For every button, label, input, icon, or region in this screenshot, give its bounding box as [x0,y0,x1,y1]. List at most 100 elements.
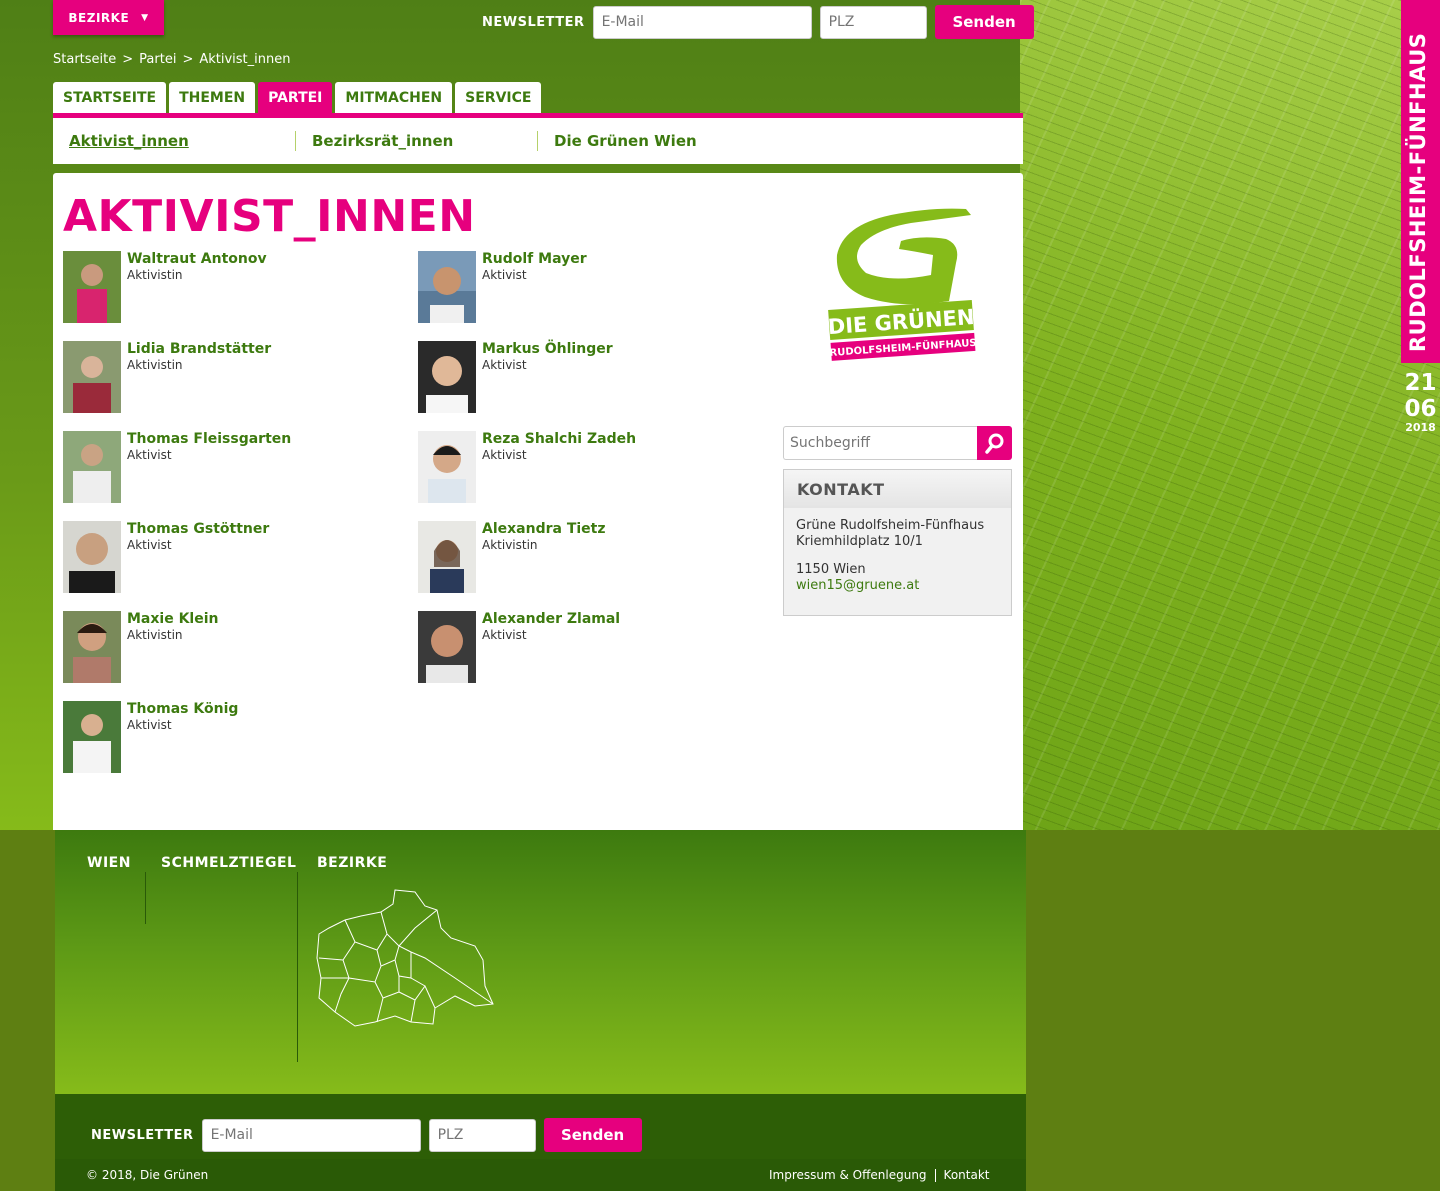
footer-divider [145,872,146,924]
person-role: Aktivist [127,448,172,462]
page-title: AKTIVIST_INNEN [63,191,476,242]
person-role: Aktivistin [482,538,538,552]
newsletter-email-input[interactable] [592,5,812,39]
person-photo[interactable] [418,431,476,503]
footer-bezirke-link[interactable]: BEZIRKE [317,855,387,871]
newsletter-send-button[interactable]: Senden [934,5,1034,39]
search-box [783,426,1012,460]
person-role: Aktivist [482,268,527,282]
person-photo[interactable] [63,701,121,773]
newsletter-plz-input[interactable] [428,1118,536,1152]
person-photo[interactable] [63,431,121,503]
person-name[interactable]: Lidia Brandstätter [127,341,271,357]
newsletter-label: NEWSLETTER [91,1127,194,1143]
person-name[interactable]: Reza Shalchi Zadeh [482,431,636,447]
person-name[interactable]: Thomas König [127,701,238,717]
person-name[interactable]: Thomas Gstöttner [127,521,269,537]
kontakt-email-link[interactable]: wien15@gruene.at [796,578,919,593]
kontakt-city: 1150 Wien [796,562,866,577]
person-card: Thomas Fleissgarten Aktivist [63,431,291,503]
person-photo[interactable] [418,341,476,413]
person-card: Alexander Zlamal Aktivist [418,611,620,683]
person-card: Rudolf Mayer Aktivist [418,251,587,323]
breadcrumb-startseite[interactable]: Startseite [53,52,116,67]
person-photo[interactable] [63,521,121,593]
newsletter-top: NEWSLETTER Senden [482,5,1034,39]
newsletter-send-button[interactable]: Senden [543,1118,642,1152]
vienna-districts-map[interactable] [315,888,495,1028]
tab-service[interactable]: SERVICE [455,82,542,113]
kontakt-org: Grüne Rudolfsheim-Fünfhaus [796,518,985,533]
tab-startseite[interactable]: STARTSEITE [53,82,167,113]
copyright-text: © 2018, Die Grünen [86,1168,209,1182]
person-card: Maxie Klein Aktivistin [63,611,219,683]
person-name[interactable]: Alexandra Tietz [482,521,606,537]
main-tabs: STARTSEITE THEMEN PARTEI MITMACHEN SERVI… [53,82,542,113]
person-name[interactable]: Rudolf Mayer [482,251,587,267]
footer-schmelztiegel-link[interactable]: SCHMELZTIEGEL [161,855,296,871]
person-role: Aktivist [482,358,527,372]
person-role: Aktivist [127,718,172,732]
tab-themen[interactable]: THEMEN [169,82,256,113]
impressum-link[interactable]: Impressum & Offenlegung [769,1168,927,1182]
person-card: Lidia Brandstätter Aktivistin [63,341,271,413]
kontakt-link[interactable]: Kontakt [944,1168,990,1182]
subnav-aktivist-innen[interactable]: Aktivist_innen [53,132,295,150]
subnav-die-gruenen-wien[interactable]: Die Grünen Wien [538,132,713,150]
district-name: RUDOLFSHEIM-FÜNFHAUS [1406,32,1430,352]
person-photo[interactable] [63,341,121,413]
person-role: Aktivist [482,448,527,462]
person-photo[interactable] [418,611,476,683]
person-photo[interactable] [418,251,476,323]
date-day: 21 [1404,370,1437,396]
search-button[interactable] [977,426,1012,460]
person-name[interactable]: Thomas Fleissgarten [127,431,291,447]
tab-mitmachen[interactable]: MITMACHEN [335,82,453,113]
footer: WIEN SCHMELZTIEGEL BEZIRKE [55,830,1026,1094]
newsletter-plz-input[interactable] [819,5,927,39]
person-role: Aktivist [127,538,172,552]
kontakt-title: KONTAKT [784,470,1011,508]
breadcrumb-current: Aktivist_innen [199,52,291,67]
date-month: 06 [1404,396,1437,422]
footer-wien-link[interactable]: WIEN [87,855,131,871]
newsletter-email-input[interactable] [201,1118,421,1152]
breadcrumb-separator: > [122,52,134,67]
newsletter-bottom: NEWSLETTER Senden [91,1118,642,1152]
date-display: 21 06 2018 [1401,370,1440,434]
footer-links: Impressum & Offenlegung Kontakt [769,1168,989,1182]
footer-divider [297,872,298,1062]
breadcrumb-separator: > [182,52,194,67]
tab-partei[interactable]: PARTEI [258,82,333,113]
bezirke-label: BEZIRKE [68,10,130,25]
person-card: Alexandra Tietz Aktivistin [418,521,606,593]
subnav-bezirksraet-innen[interactable]: Bezirksrät_innen [296,132,537,150]
chevron-down-icon: ▼ [141,12,149,23]
bezirke-dropdown-button[interactable]: BEZIRKE ▼ [53,0,164,35]
sub-navigation: Aktivist_innen Bezirksrät_innen Die Grün… [53,118,1023,164]
person-card: Reza Shalchi Zadeh Aktivist [418,431,636,503]
die-gruenen-logo[interactable]: DIE GRÜNEN RUDOLFSHEIM-FÜNFHAUS [821,205,981,365]
person-name[interactable]: Markus Öhlinger [482,341,613,357]
person-card: Markus Öhlinger Aktivist [418,341,613,413]
person-name[interactable]: Maxie Klein [127,611,219,627]
main-content: AKTIVIST_INNEN Waltraut Antonov Aktivisti… [53,173,1023,830]
person-name[interactable]: Alexander Zlamal [482,611,620,627]
person-card: Waltraut Antonov Aktivistin [63,251,267,323]
person-photo[interactable] [418,521,476,593]
person-photo[interactable] [63,611,121,683]
date-year: 2018 [1405,421,1436,434]
newsletter-label: NEWSLETTER [482,14,585,30]
breadcrumb: Startseite > Partei > Aktivist_innen [53,52,290,67]
search-icon [984,433,1003,454]
person-name[interactable]: Waltraut Antonov [127,251,267,267]
breadcrumb-partei[interactable]: Partei [139,52,176,67]
person-card: Thomas König Aktivist [63,701,238,773]
background-railway-image [1020,0,1440,830]
kontakt-street: Kriemhildplatz 10/1 [796,534,923,549]
person-photo[interactable] [63,251,121,323]
person-role: Aktivist [482,628,527,642]
footer-link-divider [934,1168,936,1182]
person-card: Thomas Gstöttner Aktivist [63,521,269,593]
search-input[interactable] [783,426,977,460]
